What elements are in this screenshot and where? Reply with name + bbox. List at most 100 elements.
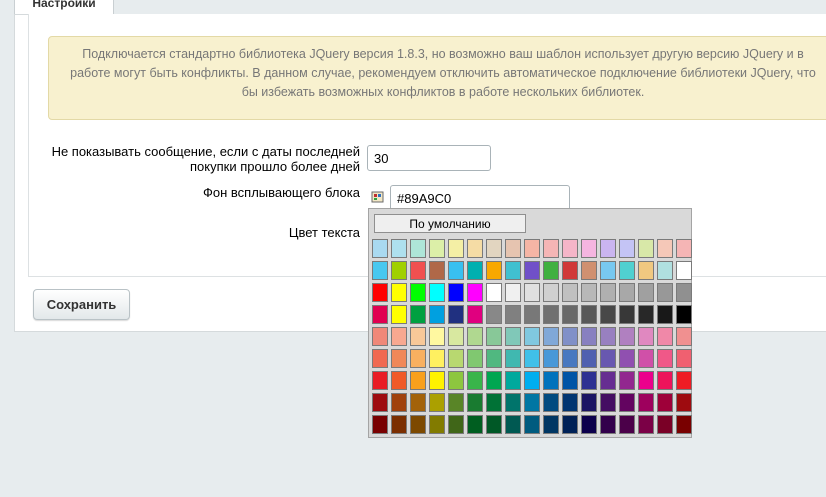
- color-swatch[interactable]: [657, 371, 673, 390]
- color-swatch[interactable]: [505, 349, 521, 368]
- color-swatch[interactable]: [600, 393, 616, 412]
- color-swatch[interactable]: [429, 261, 445, 280]
- color-swatch[interactable]: [505, 371, 521, 390]
- color-swatch[interactable]: [486, 305, 502, 324]
- palette-icon[interactable]: [367, 186, 389, 208]
- color-swatch[interactable]: [486, 239, 502, 258]
- color-swatch[interactable]: [524, 393, 540, 412]
- color-swatch[interactable]: [524, 327, 540, 346]
- color-swatch[interactable]: [676, 371, 692, 390]
- color-swatch[interactable]: [524, 283, 540, 302]
- color-swatch[interactable]: [562, 371, 578, 390]
- color-swatch[interactable]: [467, 305, 483, 324]
- color-swatch[interactable]: [524, 261, 540, 280]
- color-swatch[interactable]: [505, 261, 521, 280]
- color-swatch[interactable]: [600, 371, 616, 390]
- color-swatch[interactable]: [448, 393, 464, 412]
- color-swatch[interactable]: [676, 415, 692, 434]
- color-swatch[interactable]: [638, 327, 654, 346]
- color-swatch[interactable]: [429, 239, 445, 258]
- color-swatch[interactable]: [505, 305, 521, 324]
- color-swatch[interactable]: [638, 283, 654, 302]
- color-swatch[interactable]: [391, 305, 407, 324]
- color-swatch[interactable]: [600, 305, 616, 324]
- color-swatch[interactable]: [581, 261, 597, 280]
- color-swatch[interactable]: [619, 261, 635, 280]
- color-swatch[interactable]: [467, 371, 483, 390]
- color-swatch[interactable]: [562, 305, 578, 324]
- color-swatch[interactable]: [372, 327, 388, 346]
- color-swatch[interactable]: [467, 415, 483, 434]
- color-swatch[interactable]: [562, 261, 578, 280]
- color-swatch[interactable]: [486, 415, 502, 434]
- color-swatch[interactable]: [391, 349, 407, 368]
- color-swatch[interactable]: [657, 327, 673, 346]
- color-swatch[interactable]: [524, 239, 540, 258]
- color-swatch[interactable]: [657, 239, 673, 258]
- color-swatch[interactable]: [543, 371, 559, 390]
- color-swatch[interactable]: [676, 239, 692, 258]
- days-input[interactable]: [367, 145, 491, 171]
- color-swatch[interactable]: [467, 327, 483, 346]
- color-swatch[interactable]: [486, 371, 502, 390]
- color-swatch[interactable]: [619, 305, 635, 324]
- color-swatch[interactable]: [429, 371, 445, 390]
- color-swatch[interactable]: [505, 415, 521, 434]
- color-swatch[interactable]: [410, 415, 426, 434]
- color-swatch[interactable]: [581, 305, 597, 324]
- color-swatch[interactable]: [467, 283, 483, 302]
- color-swatch[interactable]: [581, 371, 597, 390]
- color-swatch[interactable]: [524, 415, 540, 434]
- color-swatch[interactable]: [657, 393, 673, 412]
- color-swatch[interactable]: [410, 305, 426, 324]
- color-swatch[interactable]: [410, 371, 426, 390]
- color-swatch[interactable]: [467, 261, 483, 280]
- color-swatch[interactable]: [391, 283, 407, 302]
- color-swatch[interactable]: [543, 305, 559, 324]
- color-swatch[interactable]: [524, 371, 540, 390]
- color-swatch[interactable]: [429, 283, 445, 302]
- color-swatch[interactable]: [657, 283, 673, 302]
- color-swatch[interactable]: [410, 349, 426, 368]
- color-swatch[interactable]: [581, 283, 597, 302]
- default-color-button[interactable]: По умолчанию: [374, 214, 526, 233]
- color-swatch[interactable]: [657, 415, 673, 434]
- color-swatch[interactable]: [638, 261, 654, 280]
- color-swatch[interactable]: [581, 393, 597, 412]
- color-swatch[interactable]: [562, 327, 578, 346]
- color-swatch[interactable]: [372, 239, 388, 258]
- color-swatch[interactable]: [372, 349, 388, 368]
- color-swatch[interactable]: [448, 327, 464, 346]
- color-swatch[interactable]: [448, 239, 464, 258]
- color-swatch[interactable]: [486, 393, 502, 412]
- color-swatch[interactable]: [676, 283, 692, 302]
- color-swatch[interactable]: [600, 261, 616, 280]
- color-swatch[interactable]: [410, 283, 426, 302]
- color-swatch[interactable]: [372, 305, 388, 324]
- color-swatch[interactable]: [410, 393, 426, 412]
- color-swatch[interactable]: [562, 283, 578, 302]
- color-swatch[interactable]: [619, 393, 635, 412]
- color-swatch[interactable]: [562, 239, 578, 258]
- color-swatch[interactable]: [372, 415, 388, 434]
- color-swatch[interactable]: [600, 349, 616, 368]
- color-swatch[interactable]: [391, 371, 407, 390]
- color-swatch[interactable]: [676, 393, 692, 412]
- color-swatch[interactable]: [391, 415, 407, 434]
- color-swatch[interactable]: [581, 349, 597, 368]
- color-swatch[interactable]: [429, 327, 445, 346]
- color-swatch[interactable]: [524, 305, 540, 324]
- color-swatch[interactable]: [372, 283, 388, 302]
- color-swatch[interactable]: [543, 393, 559, 412]
- color-swatch[interactable]: [372, 393, 388, 412]
- color-swatch[interactable]: [524, 349, 540, 368]
- color-swatch[interactable]: [372, 371, 388, 390]
- color-swatch[interactable]: [429, 349, 445, 368]
- color-swatch[interactable]: [543, 327, 559, 346]
- color-swatch[interactable]: [619, 371, 635, 390]
- color-swatch[interactable]: [486, 327, 502, 346]
- color-swatch[interactable]: [448, 371, 464, 390]
- color-swatch[interactable]: [657, 349, 673, 368]
- color-swatch[interactable]: [391, 261, 407, 280]
- color-swatch[interactable]: [619, 327, 635, 346]
